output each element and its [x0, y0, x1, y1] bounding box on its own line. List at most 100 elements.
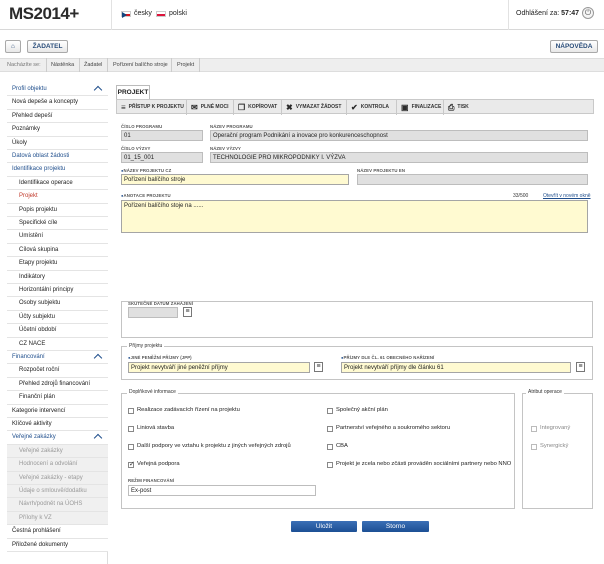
sidebar-item[interactable]: Účty subjektu [7, 310, 108, 325]
toolbar-button[interactable]: ✉ PLNÉ MOCI [187, 100, 228, 115]
print-icon: ⎙ [448, 103, 455, 112]
sidebar-item[interactable]: Úkoly [7, 136, 108, 150]
breadcrumb-item[interactable]: Projekt [177, 62, 194, 68]
sidebar-item[interactable]: Nová depeše a koncepty [7, 96, 108, 110]
prijmy-legend: Příjmy projektu [127, 343, 165, 349]
sidebar-item-label: Úkoly [12, 139, 28, 146]
sidebar-item[interactable]: Profil objektu [7, 83, 108, 97]
atribut-legend: Atribut operace [526, 389, 564, 395]
checkbox-socialni-partneri[interactable] [327, 462, 333, 468]
checkbox-partnerstvi[interactable] [327, 426, 333, 432]
checkbox-synergicky[interactable] [531, 444, 537, 450]
sidebar-item[interactable]: Etapy projektu [7, 257, 108, 271]
sidebar-item[interactable]: Klíčové aktivity [7, 418, 108, 432]
sidebar-item[interactable]: Financování [7, 351, 108, 365]
sidebar-item[interactable]: Specifické cíle [7, 217, 108, 231]
checkbox-dalsi-podpory[interactable] [128, 444, 134, 450]
checkbox-spolecny-label: Společný akční plán [336, 407, 388, 413]
checkbox-cba[interactable] [327, 444, 333, 450]
toolbar-separator [443, 100, 444, 115]
checkbox-integrovany[interactable] [531, 426, 537, 432]
breadcrumb-item[interactable]: Pořízení balíčho stroje [113, 62, 168, 68]
sidebar-item[interactable]: Přehled depeší [7, 109, 108, 124]
chevron-up-icon[interactable] [93, 434, 103, 443]
sidebar-item[interactable]: Indikátory [7, 270, 108, 284]
nazev-cz-input[interactable]: Pořízení balíčího stroje [121, 174, 349, 185]
sidebar-item-label: Veřejné zakázky [12, 434, 56, 441]
checkbox-realizace[interactable] [128, 408, 134, 414]
checkbox-verejna-podpora[interactable] [128, 460, 135, 468]
toolbar-button[interactable]: ▣ FINALIZACE [397, 100, 441, 115]
sidebar-item[interactable]: Kategorie intervencí [7, 404, 108, 418]
nazev-en-input[interactable] [357, 174, 588, 185]
sidebar-item[interactable]: Poznámky [7, 123, 108, 137]
lang-czech-label: česky [134, 10, 152, 17]
checkbox-integrovany-label: Integrovaný [540, 425, 571, 431]
chevron-up-icon[interactable] [93, 353, 103, 363]
lang-czech[interactable]: česky [121, 10, 152, 18]
ms2014-logo[interactable]: MS2014+ [9, 4, 79, 24]
sidebar-item[interactable]: Projekt [7, 190, 108, 204]
sidebar-item: Veřejné zakázky - etapy [7, 471, 108, 485]
sidebar-item[interactable]: Horizontální principy [7, 284, 108, 298]
tab-projekt[interactable]: PROJEKT [116, 85, 150, 99]
sidebar-item[interactable]: Čestná prohlášení [7, 525, 108, 539]
toolbar-button[interactable]: ✖ VYMAZAT ŽÁDOST [282, 100, 341, 115]
sidebar-item[interactable]: Účetní období [7, 324, 108, 338]
list-icon[interactable]: ≡ [314, 362, 323, 372]
sidebar-item[interactable]: Identifikace projektu [7, 163, 108, 177]
toolbar-separator [186, 100, 187, 115]
nazev-vyzvy-label: NÁZEV VÝZVY [210, 146, 241, 151]
lang-polish[interactable]: polski [156, 10, 187, 17]
anotace-textarea[interactable]: Pořízení balíčího stoje na ...... [121, 200, 588, 233]
toolbar-button[interactable]: ≡ PŘÍSTUP K PROJEKTU [117, 100, 184, 115]
save-button[interactable]: Uložit [291, 521, 357, 532]
chevron-up-icon[interactable] [93, 85, 103, 95]
toolbar-separator [281, 100, 282, 115]
cancel-button[interactable]: Storno [362, 521, 429, 532]
sidebar-item[interactable]: Osoby subjektu [7, 297, 108, 311]
sidebar-item[interactable]: Veřejné zakázky [7, 431, 108, 445]
logo-text: MS2014 [9, 4, 70, 23]
home-button[interactable]: ⌂ [5, 40, 21, 53]
sidebar-item[interactable]: Identifikace operace [7, 176, 108, 191]
toolbar-button[interactable]: ❐ KOPÍROVAT [234, 100, 277, 115]
clanek-select[interactable]: Projekt nevytváří příjmy dle článku 61 [341, 362, 571, 373]
sidebar-item-label: Profil objektu [12, 86, 47, 92]
toolbar-separator [396, 100, 397, 115]
toolbar-button-label: TISK [457, 104, 469, 110]
napoveda-button[interactable]: NÁPOVĚDA [550, 40, 598, 53]
power-icon[interactable]: ⏻ [582, 7, 594, 19]
header-divider [111, 0, 112, 30]
delete-icon: ✖ [286, 103, 293, 112]
sidebar-item[interactable]: CZ NACE [7, 337, 108, 351]
logout-timer: Odhlášení za: 57:47 [516, 10, 579, 17]
breadcrumb-item[interactable]: Žadatel [84, 62, 102, 68]
sidebar-item[interactable]: Rozpočet roční [7, 364, 108, 378]
toolbar-button[interactable]: ⎙ TISK [444, 100, 469, 115]
lang-polish-label: polski [169, 10, 187, 17]
breadcrumb-item[interactable]: Nástěnka [51, 62, 74, 68]
zadatel-button[interactable]: ŽADATEL [27, 40, 68, 53]
sidebar-item[interactable]: Popis projektu [7, 203, 108, 217]
sidebar-item[interactable]: Umístění [7, 230, 108, 244]
sidebar-item[interactable]: Cílová skupina [7, 243, 108, 258]
nazev-vyzvy-field: TECHNOLOGIE PRO MIKROPODNIKY I. VÝZVA [210, 152, 588, 163]
jpp-select[interactable]: Projekt nevytváří jiné peněžní příjmy [128, 362, 310, 373]
sidebar-item[interactable]: Finanční plán [7, 391, 108, 405]
toolbar-button[interactable]: ✔ KONTROLA [347, 100, 389, 115]
datum-input[interactable] [128, 307, 178, 318]
sidebar-item[interactable]: Datová oblast žádosti [7, 150, 108, 164]
list-icon[interactable]: ≡ [576, 362, 585, 372]
char-counter: 33/500 [513, 193, 529, 199]
sidebar-item-label: Datová oblast žádosti [12, 153, 70, 159]
open-new-window-link[interactable]: Otevřít v novém okně [543, 193, 591, 199]
sidebar-item[interactable]: Přiložené dokumenty [7, 538, 108, 552]
checkbox-liniova[interactable] [128, 426, 134, 432]
sidebar-item-label: Umístění [19, 233, 44, 240]
checkbox-spolecny[interactable] [327, 408, 333, 414]
cislo-programu-label: ČÍSLO PROGRAMU [121, 124, 163, 129]
sidebar-item[interactable]: Přehled zdrojů financování [7, 377, 108, 392]
sidebar-item-label: Veřejné zakázky - etapy [19, 474, 83, 481]
calendar-icon[interactable]: ≡ [183, 307, 192, 317]
